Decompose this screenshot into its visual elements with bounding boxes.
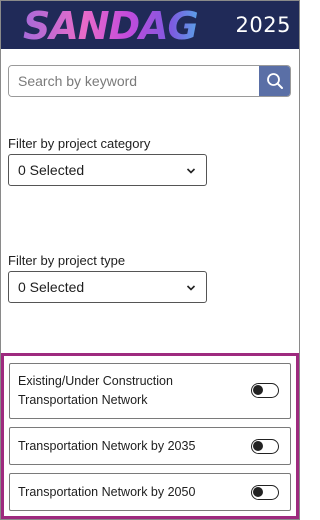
toggle-knob <box>253 487 263 497</box>
search-box <box>8 65 291 97</box>
layer-toggle-existing[interactable] <box>251 383 279 398</box>
logo-text: SANDAG <box>23 4 198 47</box>
filter-category-label: Filter by project category <box>8 136 151 151</box>
search-icon <box>266 73 283 89</box>
layer-label: Transportation Network by 2050 <box>18 485 196 499</box>
header-year: 2025 <box>235 13 291 37</box>
toggle-knob <box>253 385 263 395</box>
layer-toggle-panel: Existing/Under Construction Transportati… <box>1 353 299 519</box>
filter-category-select[interactable]: 0 Selected <box>8 154 207 186</box>
layer-label: Transportation Network by 2035 <box>18 439 196 453</box>
chevron-down-icon <box>186 168 196 174</box>
layer-label: Existing/Under Construction Transportati… <box>18 374 173 407</box>
sandag-logo: SANDAG <box>23 4 199 47</box>
chevron-down-icon <box>186 285 196 291</box>
layer-item-2035: Transportation Network by 2035 <box>9 427 291 465</box>
search-button[interactable] <box>259 66 290 96</box>
layer-toggle-2035[interactable] <box>251 439 279 454</box>
layer-item-existing: Existing/Under Construction Transportati… <box>9 363 291 419</box>
filter-type-select[interactable]: 0 Selected <box>8 271 207 303</box>
layer-toggle-2050[interactable] <box>251 485 279 500</box>
filter-type-label: Filter by project type <box>8 253 126 268</box>
header-bar: SANDAG 2025 <box>1 1 299 49</box>
layer-item-2050: Transportation Network by 2050 <box>9 473 291 511</box>
filter-category-value: 0 Selected <box>18 162 85 178</box>
search-input[interactable] <box>9 66 260 96</box>
toggle-knob <box>253 441 263 451</box>
filter-type-value: 0 Selected <box>18 279 85 295</box>
